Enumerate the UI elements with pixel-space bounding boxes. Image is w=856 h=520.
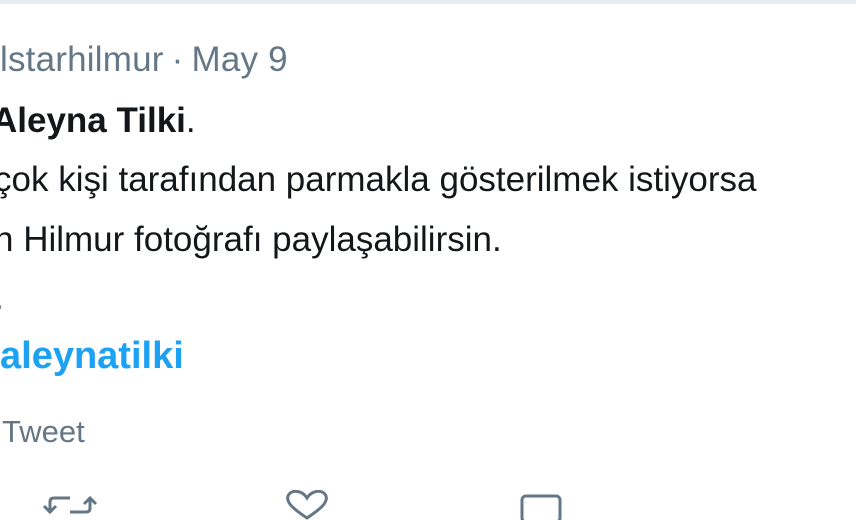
mention-suffix: . xyxy=(185,101,196,140)
header-separator: · xyxy=(171,40,184,79)
mention-line: Aleyna Tilki. xyxy=(0,101,196,141)
share-icon[interactable] xyxy=(516,490,566,520)
tweet-text-line-2: n Hilmur fotoğrafı paylaşabilirsin. xyxy=(0,220,502,259)
user-handle[interactable]: lstarhilmur xyxy=(0,40,164,79)
heart-icon[interactable] xyxy=(282,490,332,520)
tweet-text-line-3: . xyxy=(0,278,4,318)
mention-link[interactable]: Aleyna Tilki xyxy=(0,101,186,140)
translate-tweet-link[interactable]: Tweet xyxy=(2,414,85,450)
tweet-date[interactable]: May 9 xyxy=(191,40,287,79)
tweet-text-line-1: çok kişi tarafından parmakla gösterilmek… xyxy=(0,160,757,199)
top-divider xyxy=(0,0,856,4)
tweet-actions xyxy=(0,490,856,520)
hashtag-link[interactable]: aleynatilki xyxy=(0,335,184,378)
tweet-header: lstarhilmur · May 9 xyxy=(0,40,288,80)
retweet-icon[interactable] xyxy=(40,490,100,520)
